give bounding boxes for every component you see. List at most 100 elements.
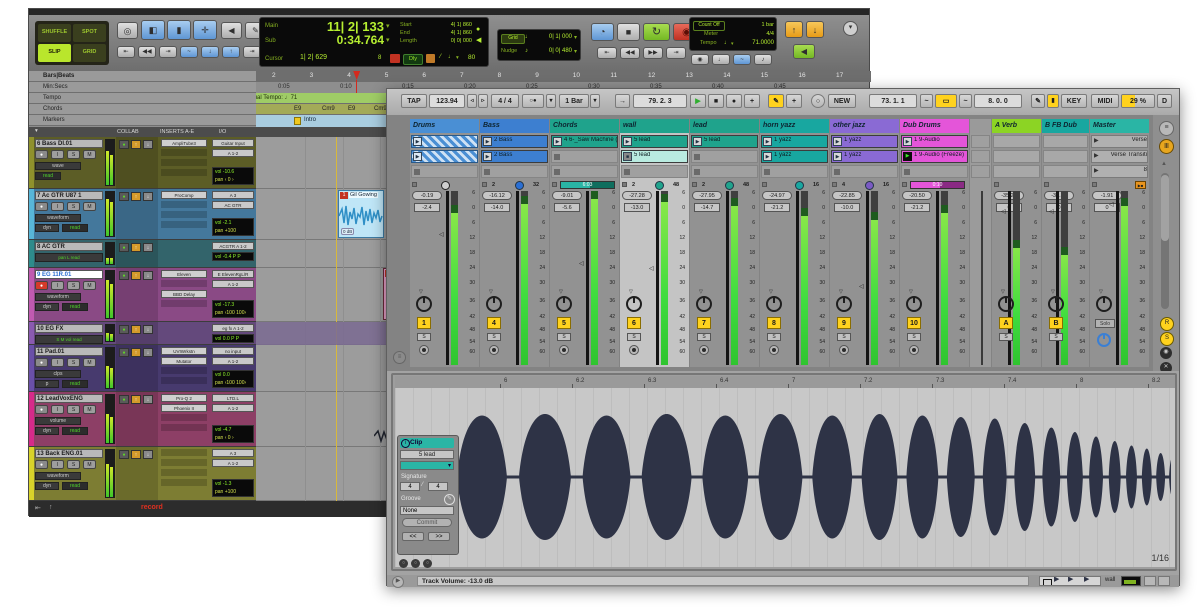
collab-download-button[interactable]: ↓ [143, 450, 153, 459]
pre-roll-value[interactable]: 8 [378, 55, 381, 61]
volume-value-box[interactable]: -22.85 [832, 191, 862, 200]
insert-slot-empty[interactable] [161, 424, 207, 431]
midi-map-button[interactable]: MIDI [1091, 94, 1119, 108]
track-activator-button[interactable]: 8 [767, 317, 781, 329]
clip-slot[interactable]: ▶1 yazz [761, 150, 828, 163]
track-title[interactable]: Bass [480, 119, 549, 133]
i-button[interactable]: I [51, 405, 64, 414]
link-track-button[interactable]: ~ [180, 46, 198, 58]
read-mode-selector[interactable]: read [62, 427, 88, 435]
pan-knob[interactable] [906, 296, 922, 312]
record-arm-button[interactable]: ● [35, 460, 48, 469]
routing-knob[interactable] [795, 181, 804, 190]
zoomer-tool-button[interactable]: ◎ [117, 22, 138, 39]
compact-controls[interactable]: S M vol read [35, 335, 103, 344]
collab-download-button[interactable]: ↓ [143, 192, 153, 201]
track-activator-button[interactable]: 1 [417, 317, 431, 329]
clip-slot[interactable]: ▶1 yazz [831, 150, 898, 163]
i-button[interactable]: I [51, 150, 64, 159]
audition-button[interactable]: ◀ [221, 22, 242, 39]
track-name-field[interactable]: 6 Bass DI.01 [35, 139, 103, 148]
arm-record-button[interactable] [489, 345, 499, 355]
io-routing-row[interactable]: ▶■ [1090, 181, 1149, 190]
routing-square[interactable] [832, 182, 837, 187]
arm-record-button[interactable] [769, 345, 779, 355]
collab-download-button[interactable]: ↓ [143, 140, 153, 149]
online-button[interactable]: ◔ [591, 23, 614, 41]
clip-stop-slot[interactable] [761, 165, 828, 178]
input-path-selector[interactable]: no input [212, 347, 254, 355]
fader-position-arrow[interactable]: ◁ [859, 283, 864, 290]
session-corner-button[interactable]: ≡ [393, 351, 406, 364]
master-play-toggle[interactable]: ▶■ [1135, 181, 1146, 189]
clip-play-icon[interactable]: ▶ [623, 137, 632, 146]
routing-square[interactable] [762, 182, 767, 187]
solo-button[interactable]: S [837, 333, 851, 341]
groove-edit-icon[interactable]: ✎ [444, 494, 455, 505]
volume-value-box[interactable]: -20.50 [902, 191, 932, 200]
insert-slot-empty[interactable] [161, 300, 207, 307]
collab-upload-button[interactable]: ↑ [131, 450, 141, 459]
follow-button[interactable]: → [615, 94, 630, 108]
tempo-caret[interactable]: ▾ [731, 41, 734, 47]
s-button[interactable]: S [67, 460, 80, 469]
m-button[interactable]: M [83, 281, 96, 290]
automation-selector[interactable]: dyn [35, 482, 59, 490]
pen-button[interactable]: ✎ [1031, 94, 1045, 108]
live-track-Drums[interactable]: Drums▶▶-0.19-2.4◁606121824303642485460▽1… [410, 119, 479, 367]
metronome-button[interactable]: ◉ [691, 54, 709, 65]
scene-slot[interactable]: ▶Verse Transiti [1091, 150, 1148, 163]
groove-selector[interactable]: None [400, 506, 454, 515]
live-track-wall[interactable]: wall▶5 lead■5 lead248-27.28-13.0◁6061218… [620, 119, 689, 367]
routing-square[interactable] [482, 182, 487, 187]
preview-volume-knob[interactable] [1097, 333, 1111, 347]
mini-device-chip-1[interactable] [1144, 576, 1156, 586]
clip-stop-slot[interactable] [621, 165, 688, 178]
collab-upload-button[interactable]: ↑ [131, 348, 141, 357]
pan-knob[interactable] [416, 296, 432, 312]
i-button[interactable]: I [51, 202, 64, 211]
disk-overload-indicator[interactable]: D [1157, 94, 1172, 108]
clip-slot[interactable]: ▶5 lead [691, 135, 758, 148]
routing-square[interactable] [412, 182, 417, 187]
live-track-Chords[interactable]: Chords▶4 6-_Saw Machine (6:03-9.01-5.6◁6… [550, 119, 619, 367]
m-button[interactable]: M [83, 150, 96, 159]
track-title[interactable]: Dub Drums [900, 119, 969, 133]
time-signature-display[interactable]: 4 / 4 [491, 94, 519, 108]
session-scrollbar[interactable] [1161, 173, 1169, 309]
selection-start-icon[interactable]: ⇤ [35, 504, 41, 512]
track-view-selector[interactable]: clps [35, 370, 81, 378]
i-button[interactable]: I [51, 358, 64, 367]
scene-launch-icon[interactable]: ▶ [1094, 152, 1099, 159]
s-button[interactable]: S [67, 405, 80, 414]
track-name-field[interactable]: 11 Pad.01 [35, 347, 103, 356]
track-title[interactable]: wall [620, 119, 689, 133]
clip-stop-slot[interactable] [551, 165, 618, 178]
clip-slot[interactable]: ▶2 Bass [481, 150, 548, 163]
pt-track-7[interactable]: 7 Ac GTR U87 1●ISMwaveformdynread●↑↓ProC… [29, 189, 256, 240]
track-name-field[interactable]: 12 LeadVoxENG [35, 394, 103, 403]
read-mode-selector[interactable]: read [62, 380, 88, 388]
i-button[interactable]: I [51, 460, 64, 469]
count-in-button[interactable]: ♩ [712, 54, 730, 65]
gain-value-box[interactable]: -2.4 [414, 203, 440, 212]
clip-color-chooser[interactable]: ▾ [400, 461, 454, 470]
stop-button[interactable]: ■ [708, 94, 724, 108]
length-value[interactable]: 0| 0| 000 [430, 38, 472, 44]
read-mode-selector[interactable]: read [62, 482, 88, 490]
signature-numerator[interactable]: 4 [400, 482, 420, 491]
clip-box-toggle-1[interactable]: ○ [399, 559, 408, 568]
collab-upload-button[interactable]: ↑ [131, 243, 141, 252]
nudge-down-button[interactable]: ◃ [467, 94, 477, 108]
count-off-label[interactable]: Count Off [693, 21, 725, 31]
clip-slot[interactable]: ■5 lead [621, 150, 688, 163]
end-value[interactable]: 4| 1| 860 [430, 30, 472, 36]
volume-pan-display[interactable]: vol -0.4 P P [212, 252, 254, 261]
volume-value-box[interactable]: -32.32 [1044, 191, 1074, 200]
clip-slot[interactable]: ▶1 yazz [761, 135, 828, 148]
empty-clip-slot[interactable] [971, 150, 990, 163]
tab-transient-button[interactable]: ◀◀ [138, 46, 156, 58]
volume-fader[interactable] [866, 191, 869, 365]
slip-mode-button[interactable]: SLIP [38, 44, 71, 62]
clip-stop-slot[interactable] [551, 150, 618, 163]
